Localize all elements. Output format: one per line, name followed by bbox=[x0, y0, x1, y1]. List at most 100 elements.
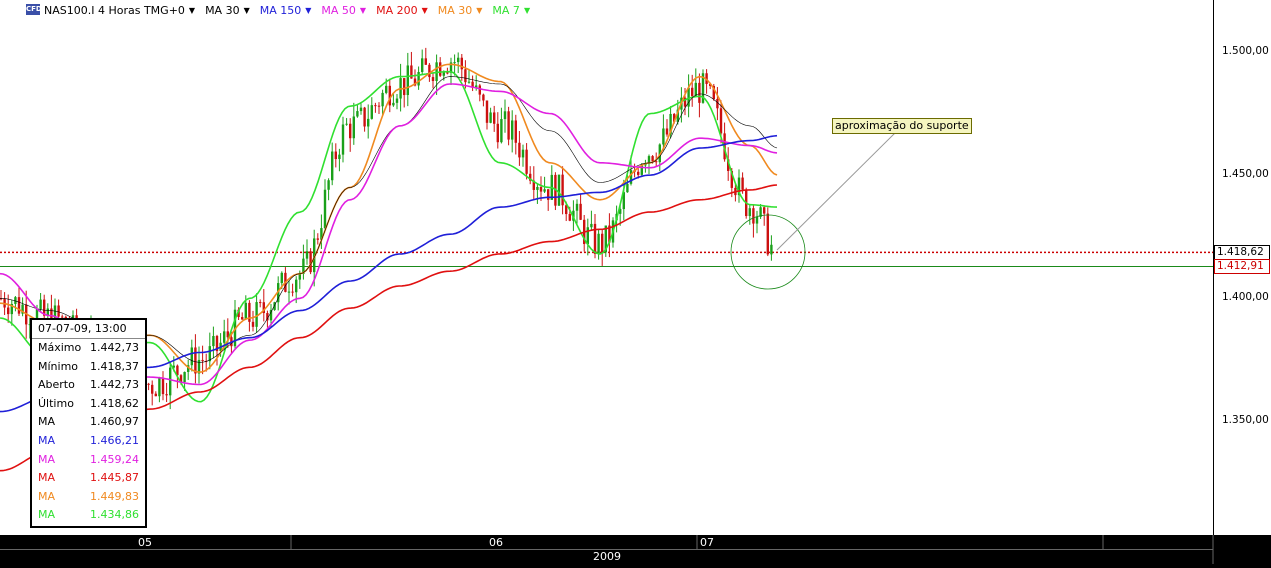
info-label: MA bbox=[38, 508, 56, 522]
candle-body bbox=[763, 207, 766, 214]
triangle-down-icon: ▼ bbox=[359, 5, 367, 15]
candle-body bbox=[539, 186, 543, 192]
info-row: MA 1.459,24 bbox=[32, 451, 145, 470]
info-label: MA bbox=[38, 489, 56, 503]
candle-body bbox=[431, 77, 435, 82]
indicator-selector[interactable]: MA 50 ▼ bbox=[321, 4, 366, 17]
indicator-selector[interactable]: MA 30 ▼ bbox=[438, 4, 483, 17]
info-row: MA 1.466,21 bbox=[32, 432, 145, 451]
candle-body bbox=[766, 213, 769, 255]
candle-body bbox=[770, 244, 773, 255]
info-label: Aberto bbox=[38, 378, 75, 392]
instrument-selector[interactable]: NAS100.I 4 Horas TMG+0 ▼ bbox=[44, 4, 195, 17]
candle-body bbox=[719, 108, 723, 134]
triangle-down-icon: ▼ bbox=[188, 5, 196, 15]
indicator-label: MA 30 bbox=[437, 3, 473, 17]
candle-body bbox=[568, 214, 571, 221]
candle-body bbox=[212, 335, 215, 347]
candle-body bbox=[655, 161, 658, 163]
candle-body bbox=[575, 203, 579, 211]
candle-body bbox=[637, 171, 640, 175]
candle-body bbox=[489, 112, 492, 123]
chart-area[interactable]: CFD NAS100.I 4 Horas TMG+0 ▼ MA 30 ▼ MA 150 ▼… bbox=[0, 0, 1271, 564]
candle-body bbox=[446, 72, 449, 74]
candle-body bbox=[295, 279, 298, 293]
indicator-label: MA 30 bbox=[205, 3, 240, 17]
indicator-selector[interactable]: MA 150 ▼ bbox=[260, 4, 312, 17]
candle-body bbox=[331, 151, 334, 181]
candle-body bbox=[439, 62, 442, 76]
candle-body bbox=[547, 189, 550, 200]
candle-body bbox=[514, 120, 517, 143]
candle-body bbox=[755, 216, 759, 224]
candle-body bbox=[251, 321, 255, 327]
candle-body bbox=[565, 205, 568, 215]
candle-body bbox=[694, 82, 697, 97]
indicator-label: MA 150 bbox=[259, 3, 302, 17]
candle-body bbox=[518, 142, 521, 158]
candle-body bbox=[557, 174, 561, 206]
candle-body bbox=[190, 347, 193, 366]
info-value: 1.466,21 bbox=[90, 433, 139, 447]
candle-body bbox=[662, 128, 665, 145]
candle-body bbox=[421, 58, 424, 72]
candle-body bbox=[392, 102, 395, 106]
candle-body bbox=[334, 151, 337, 160]
candle-body bbox=[536, 186, 539, 190]
candle-body bbox=[665, 128, 669, 135]
candle-body bbox=[482, 94, 485, 101]
candle-body bbox=[158, 378, 161, 397]
triangle-down-icon: ▼ bbox=[421, 5, 428, 15]
candle-body bbox=[496, 123, 499, 143]
info-label: Último bbox=[38, 396, 74, 410]
time-axis-lines bbox=[0, 535, 1214, 564]
indicator-selector[interactable]: MA 30 ▼ bbox=[205, 4, 250, 17]
cfd-icon: CFD bbox=[26, 4, 42, 15]
candle-body bbox=[417, 71, 420, 86]
candle-body bbox=[241, 317, 244, 320]
info-row: MA 1.449,83 bbox=[32, 488, 145, 507]
indicator-legend: NAS100.I 4 Horas TMG+0 ▼ MA 30 ▼ MA 150 ▼ MA 5… bbox=[44, 3, 540, 17]
month-label: 07 bbox=[700, 536, 714, 549]
candle-body bbox=[352, 116, 355, 139]
info-label: MA bbox=[38, 452, 56, 466]
indicator-selector[interactable]: MA 200 ▼ bbox=[376, 4, 428, 17]
candle-body bbox=[464, 69, 467, 83]
candle-body bbox=[597, 233, 600, 254]
candle-body bbox=[165, 394, 168, 396]
candle-body bbox=[428, 64, 431, 78]
info-row: MA 1.460,97 bbox=[32, 413, 145, 432]
info-date: 07-07-09, 13:00 bbox=[32, 320, 145, 339]
candle-body bbox=[17, 297, 21, 314]
candle-body bbox=[503, 111, 507, 120]
candle-body bbox=[327, 180, 330, 190]
candle-body bbox=[500, 119, 503, 143]
candle-body bbox=[316, 238, 319, 240]
support-annotation[interactable]: aproximação do suporte bbox=[832, 118, 972, 134]
candle-body bbox=[280, 272, 283, 284]
candle-body bbox=[147, 383, 150, 385]
candle-body bbox=[194, 347, 197, 374]
candle-body bbox=[381, 92, 384, 107]
price-tick-label: 1.450,00 bbox=[1222, 168, 1269, 181]
candle-body bbox=[374, 105, 377, 107]
candle-body bbox=[359, 107, 363, 112]
candle-body bbox=[287, 291, 291, 293]
instrument-label: NAS100.I 4 Horas TMG+0 bbox=[44, 3, 185, 17]
candle-body bbox=[626, 183, 629, 193]
candle-body bbox=[291, 291, 294, 293]
candle-body bbox=[424, 58, 427, 65]
info-value: 1.445,87 bbox=[90, 471, 139, 485]
indicator-selector[interactable]: MA 7 ▼ bbox=[492, 4, 530, 17]
candle-body bbox=[151, 384, 154, 394]
crosshair-info-box: 07-07-09, 13:00 Máximo 1.442,73 Mínimo 1.41… bbox=[30, 318, 147, 528]
candle-body bbox=[223, 331, 226, 343]
time-axis[interactable]: 05 06 07 2009 bbox=[0, 535, 1271, 564]
candle-body bbox=[7, 307, 10, 315]
info-row: MA 1.434,86 bbox=[32, 506, 145, 525]
annotation-pointer[interactable] bbox=[776, 132, 896, 251]
year-label: 2009 bbox=[593, 550, 621, 563]
price-tag: 1.418,62 bbox=[1214, 245, 1270, 261]
candle-body bbox=[543, 189, 546, 192]
info-value: 1.442,73 bbox=[90, 341, 139, 354]
